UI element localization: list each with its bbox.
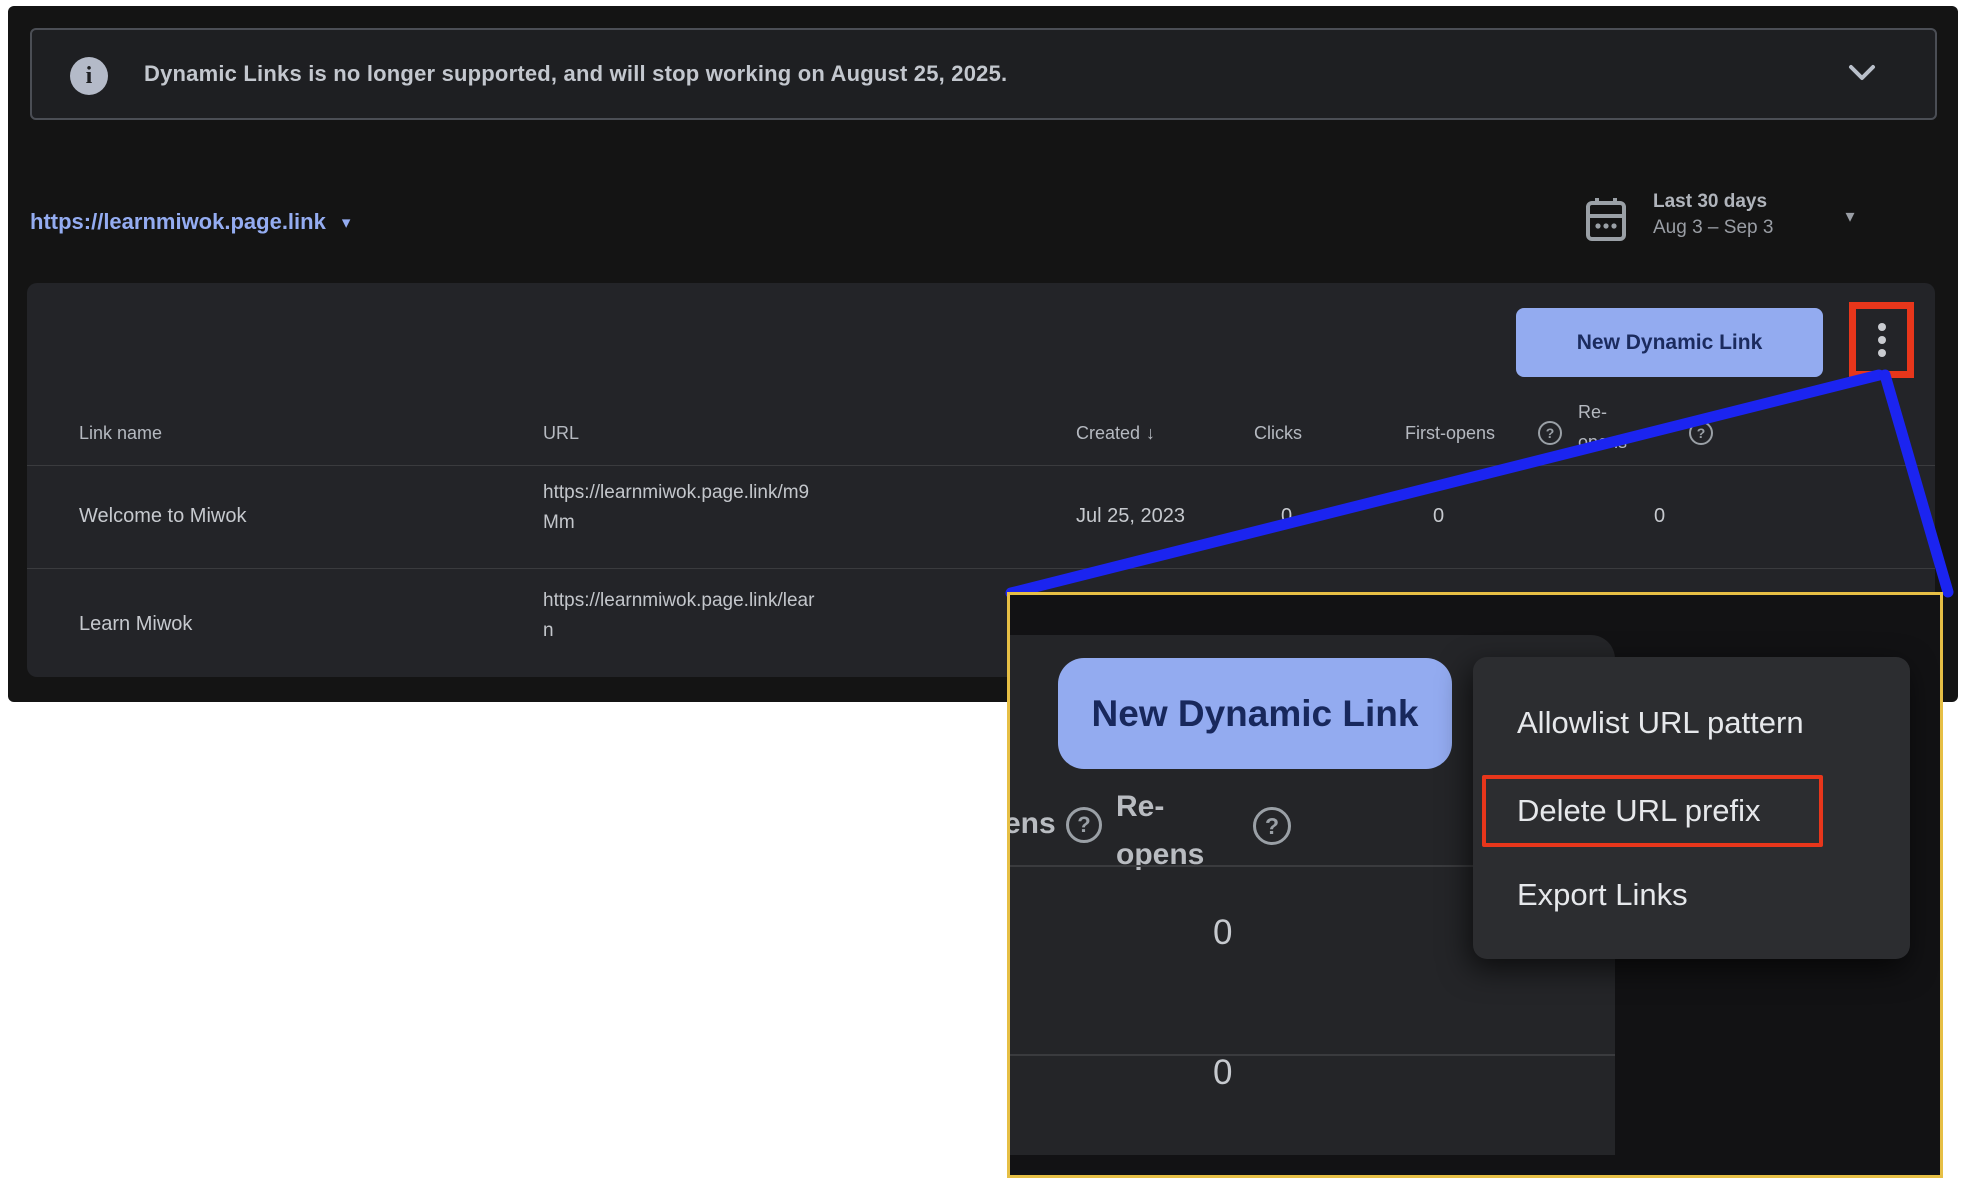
column-header-url[interactable]: URL (543, 423, 579, 444)
zoom-callout: New Dynamic Link ens ? Re- opens ? 0 0 A… (1007, 592, 1943, 1178)
link-name-cell[interactable]: Learn Miwok (79, 613, 192, 636)
date-range-label: Last 30 days (1653, 189, 1773, 215)
column-header-first-opens[interactable]: First-opens (1405, 423, 1495, 444)
sort-descending-icon: ↓ (1146, 423, 1155, 443)
header-divider (27, 465, 1935, 466)
row-divider (27, 568, 1935, 569)
context-menu: Allowlist URL pattern Delete URL prefix … (1473, 657, 1910, 959)
help-icon[interactable]: ? (1066, 807, 1102, 843)
column-header-clicks[interactable]: Clicks (1254, 423, 1302, 444)
kebab-menu-icon[interactable] (1878, 323, 1886, 357)
delete-highlight-box (1482, 775, 1823, 847)
new-dynamic-link-button-magnified[interactable]: New Dynamic Link (1058, 658, 1452, 769)
date-range-text: Last 30 days Aug 3 – Sep 3 (1653, 189, 1773, 241)
date-range-dates: Aug 3 – Sep 3 (1653, 215, 1773, 241)
url-line-2: n (543, 616, 814, 646)
first-opens-header-fragment: ens (1010, 807, 1056, 841)
created-cell: Jul 25, 2023 (1076, 505, 1185, 528)
column-header-re-opens[interactable]: Re- opens (1578, 397, 1627, 457)
menu-item-allowlist-url-pattern[interactable]: Allowlist URL pattern (1517, 705, 1804, 741)
caret-down-icon[interactable]: ▾ (342, 214, 351, 231)
help-icon[interactable]: ? (1689, 421, 1713, 445)
column-header-link-name[interactable]: Link name (79, 423, 162, 444)
re-opens-line1: Re- (1578, 397, 1627, 427)
re-opens-cell-magnified: 0 (1213, 1053, 1232, 1093)
column-header-created[interactable]: Created ↓ (1076, 423, 1155, 444)
re-opens-line2: opens (1578, 427, 1627, 457)
link-name-cell[interactable]: Welcome to Miwok (79, 505, 246, 528)
re-opens-cell-magnified: 0 (1213, 913, 1232, 953)
calendar-icon (1585, 197, 1627, 243)
re-opens-line1: Re- (1116, 783, 1204, 831)
caret-down-icon[interactable]: ▾ (1845, 207, 1854, 225)
url-line-2: Mm (543, 508, 809, 538)
re-opens-cell: 0 (1654, 505, 1665, 528)
deprecation-banner: i Dynamic Links is no longer supported, … (30, 28, 1937, 120)
new-dynamic-link-button[interactable]: New Dynamic Link (1516, 308, 1823, 377)
date-range-picker[interactable]: Last 30 days Aug 3 – Sep 3 ▾ (1585, 189, 1854, 243)
info-icon-glyph: i (86, 63, 93, 90)
chevron-down-icon[interactable] (1847, 62, 1877, 84)
kebab-highlight-box (1849, 302, 1914, 378)
re-opens-line2: opens (1116, 831, 1204, 879)
url-prefix-selector[interactable]: https://learnmiwok.page.link (30, 209, 326, 235)
created-label: Created (1076, 423, 1140, 443)
url-line-1: https://learnmiwok.page.link/m9 (543, 478, 809, 508)
url-line-1: https://learnmiwok.page.link/lear (543, 586, 814, 616)
menu-item-export-links[interactable]: Export Links (1517, 877, 1688, 913)
first-opens-cell: 0 (1433, 505, 1444, 528)
help-icon[interactable]: ? (1538, 421, 1562, 445)
clicks-cell: 0 (1281, 505, 1292, 528)
banner-message: Dynamic Links is no longer supported, an… (144, 30, 1007, 118)
link-url-cell[interactable]: https://learnmiwok.page.link/m9 Mm (543, 478, 809, 538)
row-divider (1010, 1054, 1615, 1056)
help-icon[interactable]: ? (1253, 807, 1291, 845)
info-icon: i (70, 57, 108, 95)
page-background: i Dynamic Links is no longer supported, … (0, 0, 1972, 1186)
link-url-cell[interactable]: https://learnmiwok.page.link/lear n (543, 586, 814, 646)
url-prefix-row: https://learnmiwok.page.link ▾ (30, 202, 350, 242)
